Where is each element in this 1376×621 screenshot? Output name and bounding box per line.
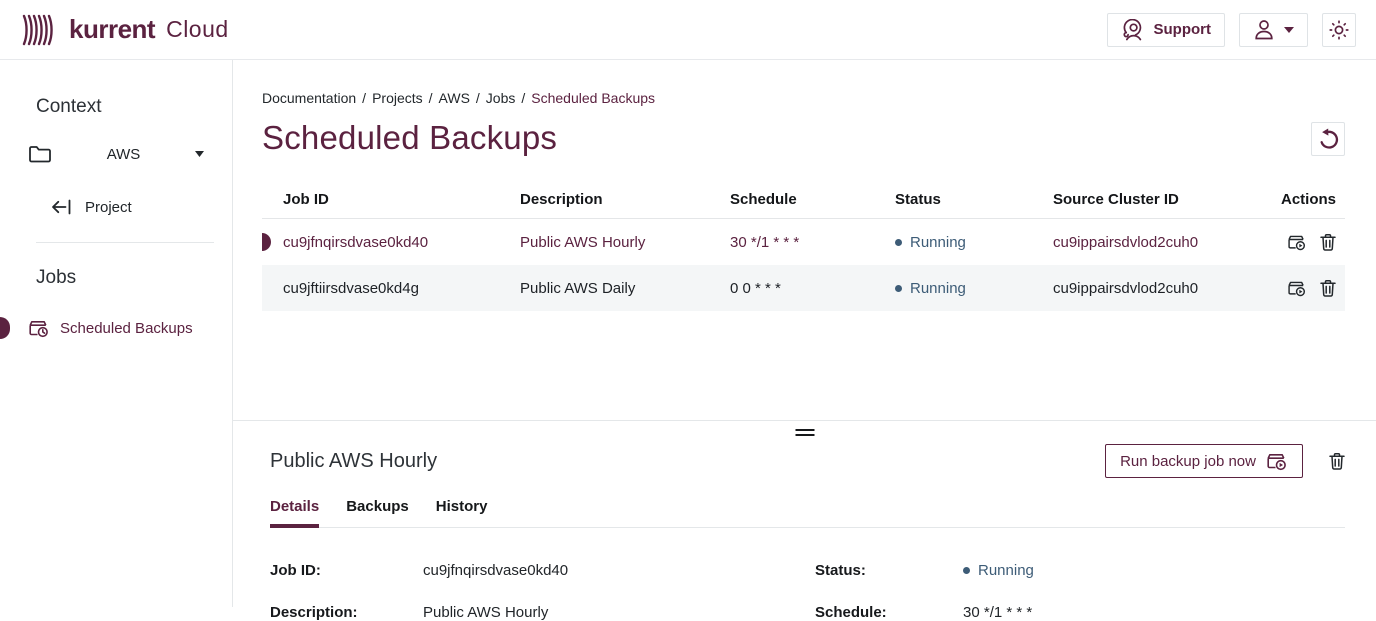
status-label: Running [910, 234, 966, 251]
active-item-marker [0, 317, 10, 339]
source-cluster-id-cell: cu9ippairsdvlod2cuh0 [1032, 234, 1260, 251]
status-label: Running [910, 280, 966, 297]
detail-tabs: Details Backups History [270, 498, 1345, 528]
column-header-description: Description [499, 191, 709, 208]
actions-cell [1260, 279, 1345, 297]
sidebar-divider [36, 242, 214, 243]
refresh-button[interactable] [1311, 122, 1345, 156]
run-backup-icon [1266, 451, 1288, 471]
user-icon [1253, 19, 1275, 40]
trash-icon [1320, 279, 1336, 297]
jobs-section: Documentation / Projects / AWS / Jobs / Schedule… [233, 90, 1376, 420]
schedule-cell: 30 */1 * * * [709, 234, 874, 251]
description-cell: Public AWS Hourly [499, 234, 709, 251]
delete-job-button[interactable] [1329, 452, 1345, 470]
breadcrumb-separator: / [362, 90, 366, 106]
run-button-label: Run backup job now [1120, 453, 1256, 470]
brand-name: kurrent [69, 14, 155, 45]
tab-history[interactable]: History [436, 498, 488, 528]
run-backup-icon [1287, 233, 1307, 251]
job-detail-panel: Public AWS Hourly Run backup job now [233, 438, 1376, 621]
status-dot [963, 567, 970, 574]
support-button[interactable]: Support [1107, 13, 1226, 47]
breadcrumb-separator: / [521, 90, 525, 106]
column-header-source-cluster-id: Source Cluster ID [1032, 191, 1260, 208]
run-backup-job-now-button[interactable]: Run backup job now [1105, 444, 1303, 478]
brand-logo[interactable]: kurrent Cloud [20, 12, 229, 48]
jobs-table: Job ID Description Schedule Status Sourc… [262, 181, 1345, 311]
actions-cell [1260, 233, 1345, 251]
tab-details[interactable]: Details [270, 498, 319, 528]
table-header-row: Job ID Description Schedule Status Sourc… [262, 181, 1345, 219]
breadcrumb-separator: / [476, 90, 480, 106]
status-value: Running [963, 562, 1034, 579]
support-label: Support [1154, 21, 1212, 38]
main-content: Documentation / Projects / AWS / Jobs / Schedule… [233, 60, 1376, 607]
context-select-value: AWS [52, 146, 195, 163]
breadcrumb-item[interactable]: AWS [439, 90, 470, 106]
back-to-project-button[interactable]: Project [50, 198, 232, 216]
panel-splitter [233, 420, 1376, 438]
tab-backups[interactable]: Backups [346, 498, 409, 528]
run-backup-job-button[interactable] [1287, 233, 1307, 251]
breadcrumb-current: Scheduled Backups [531, 90, 655, 106]
scheduled-backups-label: Scheduled Backups [60, 320, 193, 337]
status-dot [895, 285, 902, 292]
folder-icon [28, 144, 52, 164]
source-cluster-id-cell: cu9ippairsdvlod2cuh0 [1032, 280, 1260, 297]
breadcrumb-item[interactable]: Jobs [486, 90, 516, 106]
field-status: Status: Running [815, 562, 1345, 579]
run-backup-job-button[interactable] [1287, 279, 1307, 297]
job-id-cell: cu9jfnqirsdvase0kd40 [262, 234, 499, 251]
brand-suffix: Cloud [166, 16, 229, 43]
headset-icon [1121, 19, 1145, 41]
refresh-icon [1316, 127, 1340, 151]
breadcrumb-item[interactable]: Projects [372, 90, 423, 106]
column-header-status: Status [874, 191, 1032, 208]
project-label: Project [85, 199, 132, 216]
column-header-actions: Actions [1260, 191, 1345, 208]
sidebar: Context AWS Project Jobs [0, 60, 233, 607]
chevron-down-icon [1284, 27, 1294, 33]
sidebar-item-scheduled-backups[interactable]: Scheduled Backups [0, 310, 232, 346]
column-header-schedule: Schedule [709, 191, 874, 208]
status-cell: Running [874, 234, 1032, 251]
context-heading: Context [36, 96, 232, 118]
back-arrow-icon [50, 198, 72, 216]
table-row[interactable]: cu9jftiirsdvase0kd4g Public AWS Daily 0 … [262, 265, 1345, 311]
field-job-id: Job ID: cu9jfnqirsdvase0kd40 [270, 562, 815, 579]
detail-panel-title: Public AWS Hourly [270, 450, 437, 473]
breadcrumb: Documentation / Projects / AWS / Jobs / Schedule… [262, 90, 1345, 106]
trash-icon [1320, 233, 1336, 251]
schedule-cell: 0 0 * * * [709, 280, 874, 297]
theme-toggle-button[interactable] [1322, 13, 1356, 47]
chevron-down-icon [195, 151, 204, 157]
delete-job-button[interactable] [1320, 279, 1336, 297]
user-menu-button[interactable] [1239, 13, 1308, 47]
jobs-heading: Jobs [36, 267, 232, 289]
kurrent-waves-icon [20, 12, 60, 48]
page-title: Scheduled Backups [262, 119, 557, 157]
job-id-cell: cu9jftiirsdvase0kd4g [262, 280, 499, 297]
job-id-label: Job ID: [270, 562, 423, 579]
context-select[interactable]: AWS [28, 144, 204, 164]
table-row[interactable]: cu9jfnqirsdvase0kd40 Public AWS Hourly 3… [262, 219, 1345, 265]
delete-job-button[interactable] [1320, 233, 1336, 251]
sun-icon [1328, 19, 1350, 41]
status-label: Status: [815, 562, 963, 579]
column-header-job-id: Job ID [262, 191, 499, 208]
scheduled-backup-icon [28, 318, 50, 338]
status-dot [895, 239, 902, 246]
job-id-value: cu9jfnqirsdvase0kd40 [423, 562, 568, 579]
status-cell: Running [874, 280, 1032, 297]
detail-fields: Job ID: cu9jfnqirsdvase0kd40 Status: Run… [270, 562, 1345, 621]
run-backup-icon [1287, 279, 1307, 297]
breadcrumb-separator: / [429, 90, 433, 106]
status-text: Running [978, 562, 1034, 579]
trash-icon [1329, 452, 1345, 470]
description-cell: Public AWS Daily [499, 280, 709, 297]
breadcrumb-item[interactable]: Documentation [262, 90, 356, 106]
splitter-drag-handle[interactable] [795, 429, 814, 436]
app-header: kurrent Cloud Support [0, 0, 1376, 60]
